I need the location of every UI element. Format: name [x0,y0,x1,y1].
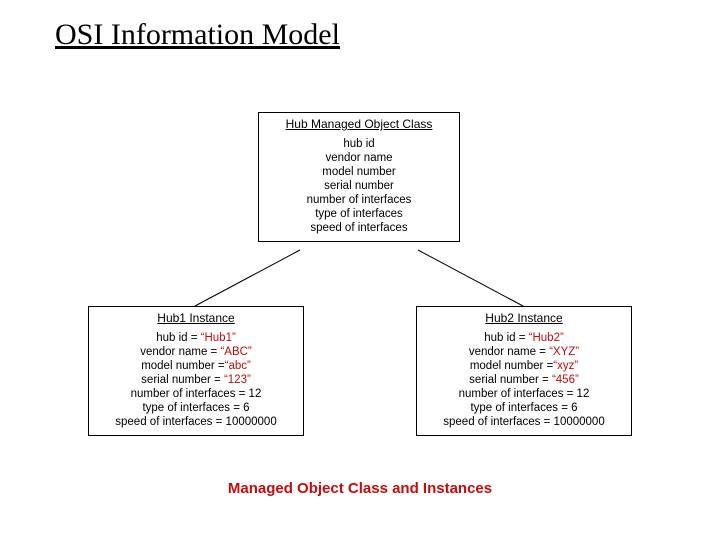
inst2-vendor: vendor name = “XYZ” [427,345,621,359]
instance-1-body: hub id = “Hub1” vendor name = “ABC” mode… [89,329,303,435]
instance-box-2: Hub2 Instance hub id = “Hub2” vendor nam… [416,306,632,436]
connector-lines [0,0,720,540]
slide: OSI Information Model Hub Managed Object… [0,0,720,540]
class-box-header: Hub Managed Object Class [259,113,459,135]
instance-box-1: Hub1 Instance hub id = “Hub1” vendor nam… [88,306,304,436]
attr-model-number: model number [269,165,449,179]
attr-hub-id: hub id [269,137,449,151]
class-box: Hub Managed Object Class hub id vendor n… [258,112,460,242]
inst2-serial: serial number = “456” [427,373,621,387]
attr-speed-if: speed of interfaces [269,221,449,235]
inst2-speed: speed of interfaces = 10000000 [427,415,621,429]
inst1-model: model number =“abc” [99,359,293,373]
instance-2-body: hub id = “Hub2” vendor name = “XYZ” mode… [417,329,631,435]
inst2-numif: number of interfaces = 12 [427,387,621,401]
inst1-typeif: type of interfaces = 6 [99,401,293,415]
inst1-vendor: vendor name = “ABC” [99,345,293,359]
inst2-typeif: type of interfaces = 6 [427,401,621,415]
attr-num-if: number of interfaces [269,193,449,207]
caption: Managed Object Class and Instances [0,480,720,497]
attr-type-if: type of interfaces [269,207,449,221]
inst1-serial: serial number = “123” [99,373,293,387]
inst1-hub-id: hub id = “Hub1” [99,331,293,345]
inst1-numif: number of interfaces = 12 [99,387,293,401]
attr-serial-number: serial number [269,179,449,193]
inst1-speed: speed of interfaces = 10000000 [99,415,293,429]
inst2-model: model number =“xyz” [427,359,621,373]
inst2-hub-id: hub id = “Hub2” [427,331,621,345]
class-box-body: hub id vendor name model number serial n… [259,135,459,241]
instance-2-header: Hub2 Instance [417,307,631,329]
instance-1-header: Hub1 Instance [89,307,303,329]
page-title: OSI Information Model [55,18,340,52]
attr-vendor-name: vendor name [269,151,449,165]
